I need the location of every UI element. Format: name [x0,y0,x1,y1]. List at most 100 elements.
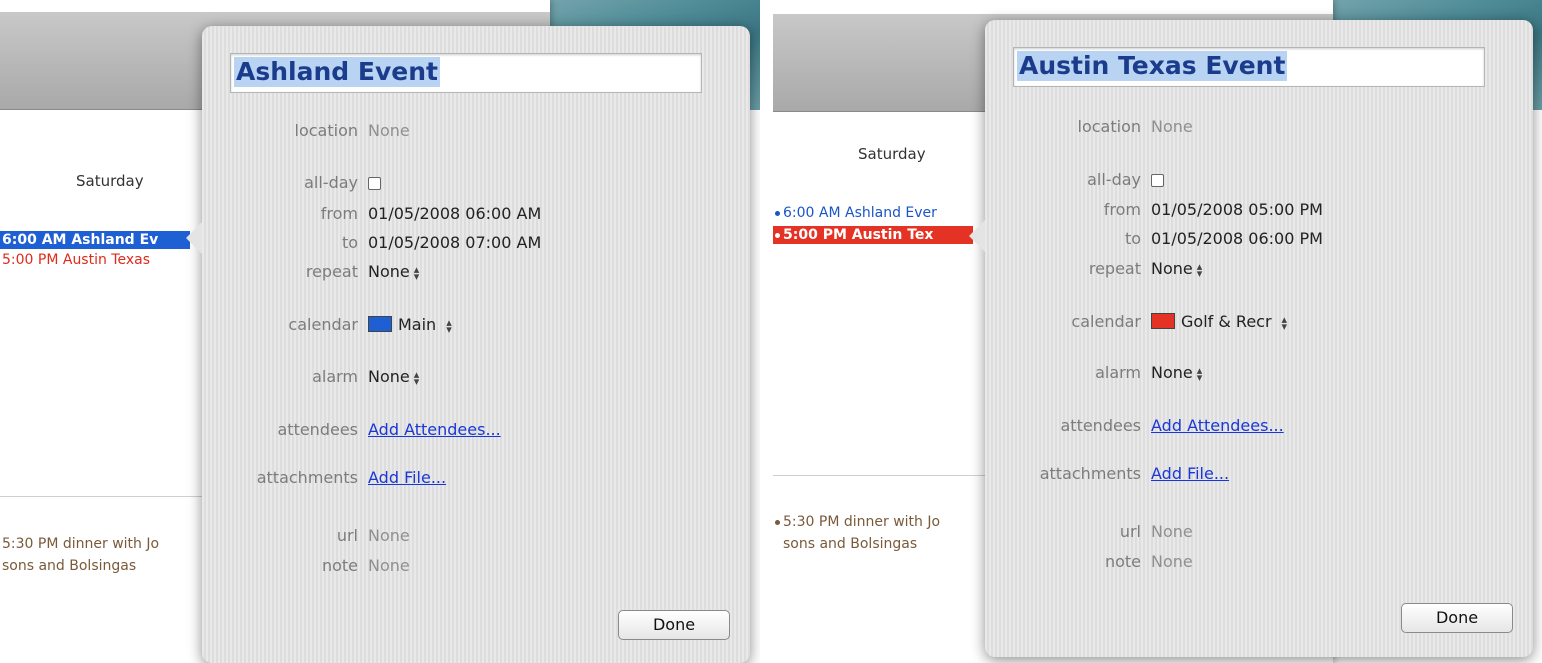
repeat-label: repeat [305,262,358,281]
day-header: Saturday [858,145,926,163]
all-day-row: all-day [985,170,1533,196]
add-attendees-link[interactable]: Add Attendees... [1151,416,1284,435]
note-value[interactable]: None [1151,552,1193,571]
from-row: from 01/05/2008 05:00 PM [985,200,1533,226]
url-label: url [336,526,358,545]
event-ashland-label: 6:00 AM Ashland Ever [783,205,937,221]
from-row: from 01/05/2008 06:00 AM [202,204,750,230]
done-button[interactable]: Done [618,610,730,640]
note-row: note None [202,556,750,582]
event-title-field[interactable]: Austin Texas Event [1013,47,1485,87]
note-value[interactable]: None [368,556,410,575]
note-row: note None [985,552,1533,578]
calendar-row: calendar Golf & Recr ▴ ▾ [985,312,1533,338]
repeat-value: None [368,262,410,281]
from-value[interactable]: 01/05/2008 05:00 PM [1151,200,1323,219]
all-day-checkbox-wrap [368,173,381,192]
all-day-label: all-day [304,173,358,192]
attendees-label: attendees [277,420,358,439]
calendar-row: calendar Main ▴ ▾ [202,315,750,341]
url-value[interactable]: None [368,526,410,545]
event-inspector-popover: Ashland Event location None all-day from… [186,26,750,663]
alarm-popup[interactable]: None ▴ ▾ [368,367,420,388]
note-label: note [1104,552,1141,571]
alarm-popup[interactable]: None ▴ ▾ [1151,363,1202,383]
to-label: to [1124,229,1141,248]
calendar-label: calendar [288,315,358,334]
alarm-label: alarm [312,367,358,386]
event-title: Ashland Event [234,57,440,87]
event-dinner-line1: 5:30 PM dinner with Jo [775,511,940,533]
calendar-popup[interactable]: Golf & Recr ▴ ▾ [1151,312,1288,333]
repeat-label: repeat [1088,259,1141,278]
calendar-popup[interactable]: Main ▴ ▾ [368,315,452,336]
repeat-value: None [1151,259,1193,278]
attendees-row: attendees Add Attendees... [202,420,750,446]
url-label: url [1119,522,1141,541]
to-row: to 01/05/2008 06:00 PM [985,229,1533,255]
to-value[interactable]: 01/05/2008 06:00 PM [1151,229,1323,248]
attendees-label: attendees [1060,416,1141,435]
alarm-label: alarm [1095,363,1141,382]
event-austin-selected[interactable]: 5:00 PM Austin Tex [773,226,973,244]
event-austin[interactable]: 5:00 PM Austin Texas [0,251,152,269]
event-dinner-line1-text: 5:30 PM dinner with Jo [783,514,941,530]
attachments-label: attachments [1039,464,1141,483]
event-dinner[interactable]: 5:30 PM dinner with Jo sons and Bolsinga… [773,510,942,556]
location-row: location None [202,121,750,147]
to-value[interactable]: 01/05/2008 07:00 AM [368,233,541,252]
up-down-arrows-icon: ▴ ▾ [446,315,452,336]
event-dinner-line2: sons and Bolsingas [783,536,918,552]
popover-arrow [186,222,202,254]
location-row: location None [985,117,1533,143]
alarm-value: None [368,367,410,386]
event-dinner-line2: sons and Bolsingas [2,558,137,574]
from-value[interactable]: 01/05/2008 06:00 AM [368,204,541,223]
from-label: from [1103,200,1141,219]
attachments-row: attachments Add File... [985,464,1533,490]
add-file-link[interactable]: Add File... [1151,464,1229,483]
all-day-checkbox[interactable] [368,177,381,190]
event-dot-icon [775,232,780,238]
calendar-color-swatch [368,316,392,332]
repeat-popup[interactable]: None ▴ ▾ [368,262,420,283]
repeat-row: repeat None ▴ ▾ [202,262,750,288]
url-row: url None [202,526,750,552]
to-row: to 01/05/2008 07:00 AM [202,233,750,259]
url-row: url None [985,522,1533,548]
calendar-value: Main [398,315,437,334]
location-value[interactable]: None [368,121,410,140]
up-down-arrows-icon: ▴ ▾ [413,262,420,283]
event-title-field[interactable]: Ashland Event [230,53,702,93]
location-value[interactable]: None [1151,117,1193,136]
event-dot-icon [775,210,780,216]
popover-arrow [969,220,985,252]
url-value[interactable]: None [1151,522,1193,541]
alarm-value: None [1151,363,1193,382]
add-attendees-link[interactable]: Add Attendees... [368,420,501,439]
note-label: note [321,556,358,575]
done-button[interactable]: Done [1401,603,1513,633]
up-down-arrows-icon: ▴ ▾ [1196,259,1203,280]
up-down-arrows-icon: ▴ ▾ [1281,312,1288,333]
repeat-popup[interactable]: None ▴ ▾ [1151,259,1203,280]
event-ashland[interactable]: 6:00 AM Ashland Ever [773,204,939,222]
event-dot-icon [775,519,780,525]
up-down-arrows-icon: ▴ ▾ [413,367,420,388]
left-screenshot: Saturday 6:00 AM Ashland Ev 5:00 PM Aust… [0,0,760,663]
calendar-value: Golf & Recr [1181,312,1272,331]
alarm-row: alarm None ▴ ▾ [985,363,1533,389]
event-inspector-popover: Austin Texas Event location None all-day… [969,20,1533,657]
all-day-checkbox[interactable] [1151,174,1164,187]
location-label: location [1077,117,1141,136]
add-file-link[interactable]: Add File... [368,468,446,487]
location-label: location [294,121,358,140]
all-day-checkbox-wrap [1151,170,1164,189]
attendees-row: attendees Add Attendees... [985,416,1533,442]
panel-separator [760,0,773,663]
event-title: Austin Texas Event [1017,51,1288,81]
event-dinner[interactable]: 5:30 PM dinner with Jo sons and Bolsinga… [0,532,161,578]
all-day-row: all-day [202,173,750,199]
event-ashland-selected[interactable]: 6:00 AM Ashland Ev [0,231,190,249]
calendar-color-swatch [1151,313,1175,329]
